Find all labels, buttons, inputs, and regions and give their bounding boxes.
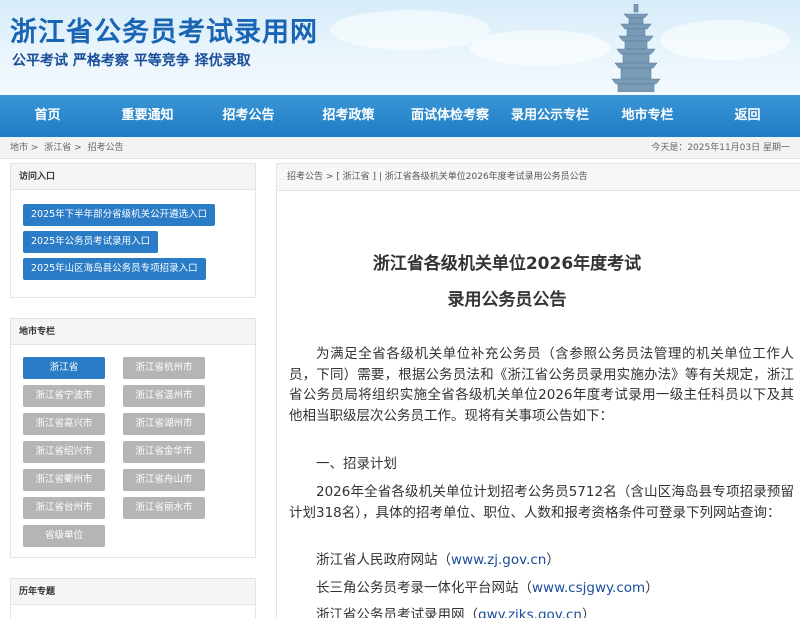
- paragraph-plan: 2026年全省各级机关单位计划招考公务员5712名（含山区海岛县专项招录预留计划…: [289, 484, 794, 521]
- city-column-panel: 地市专栏 浙江省 浙江省杭州市 浙江省宁波市 浙江省温州市 浙江省嘉兴市 浙江省…: [10, 318, 256, 558]
- paragraph-intro: 为满足全省各级机关单位补充公务员（含参照公务员法管理的机关单位工作人员，下同）需…: [289, 346, 794, 424]
- access-entry-panel: 访问入口 2025年下半年部分省级机关公开遴选入口 2025年公务员考试录用入口…: [10, 163, 256, 298]
- city-button-lishui[interactable]: 浙江省丽水市: [123, 497, 205, 519]
- city-button-jinhua[interactable]: 浙江省金华市: [123, 441, 205, 463]
- link-url[interactable]: www.csjgwy.com: [532, 580, 645, 596]
- nav-home[interactable]: 首页: [0, 95, 95, 137]
- nav-interview-exam[interactable]: 面试体检考察: [400, 95, 500, 137]
- header-banner: 浙江省公务员考试录用网 公平考试 严格考察 平等竞争 择优录取: [0, 0, 800, 95]
- article-title-line: 录用公务员公告: [447, 290, 567, 310]
- nav-recruitment-policy[interactable]: 招考政策: [297, 95, 400, 137]
- city-button-zhoushan[interactable]: 浙江省舟山市: [123, 469, 205, 491]
- link-site-name: 长三角公务员考录一体化平台网站（: [316, 580, 532, 596]
- panel-title: 历年专题: [11, 579, 255, 605]
- breadcrumb-item[interactable]: 浙江省 >: [44, 143, 81, 153]
- cloud-decoration: [470, 30, 610, 66]
- breadcrumb-item[interactable]: 地市 >: [10, 143, 38, 153]
- breadcrumb-item[interactable]: 招考公告: [88, 143, 124, 153]
- article-breadcrumb[interactable]: 招考公告 > [ 浙江省 ] | 浙江省各级机关单位2026年度考试录用公务员公…: [277, 164, 800, 191]
- article-title: 浙江省各级机关单位2026年度考试 录用公务员公告: [277, 248, 737, 316]
- city-button-quzhou[interactable]: 浙江省衢州市: [23, 469, 105, 491]
- city-button-provincial[interactable]: 省级单位: [23, 525, 105, 547]
- article-title-line: 浙江省各级机关单位2026年度考试: [372, 254, 642, 274]
- panel-title: 地市专栏: [11, 319, 255, 345]
- nav-recruitment-announcements[interactable]: 招考公告: [200, 95, 297, 137]
- cloud-decoration: [660, 20, 790, 60]
- city-button-zhejiang[interactable]: 浙江省: [23, 357, 105, 379]
- city-button-wenzhou[interactable]: 浙江省温州市: [123, 385, 205, 407]
- city-button-shaoxing[interactable]: 浙江省绍兴市: [23, 441, 105, 463]
- panel-title: 访问入口: [11, 164, 255, 190]
- link-end: ）: [645, 580, 659, 596]
- link-end: ）: [582, 607, 596, 618]
- nav-notices[interactable]: 重要通知: [95, 95, 200, 137]
- history-panel: 历年专题: [10, 578, 256, 618]
- breadcrumb-bar: 地市 > 浙江省 > 招考公告 今天是：2025年11月03日 星期一: [0, 137, 800, 159]
- city-button-huzhou[interactable]: 浙江省湖州市: [123, 413, 205, 435]
- cloud-decoration: [330, 10, 490, 50]
- nav-hiring-publicity[interactable]: 录用公示专栏: [500, 95, 600, 137]
- article-panel: 招考公告 > [ 浙江省 ] | 浙江省各级机关单位2026年度考试录用公务员公…: [276, 163, 800, 618]
- entry-button-selection[interactable]: 2025年下半年部分省级机关公开遴选入口: [23, 204, 216, 226]
- link-line: 浙江省公务员考试录用网（gwy.zjks.gov.cn）: [316, 603, 596, 618]
- link-line: 浙江省人民政府网站（www.zj.gov.cn）: [316, 548, 560, 568]
- entry-button-mountain-island[interactable]: 2025年山区海岛县公务员专项招录入口: [23, 258, 206, 280]
- nav-back[interactable]: 返回: [695, 95, 800, 137]
- link-site-name: 浙江省人民政府网站（: [316, 552, 451, 568]
- link-site-name: 浙江省公务员考试录用网（: [316, 607, 478, 618]
- entry-button-civil-exam[interactable]: 2025年公务员考试录用入口: [23, 231, 159, 253]
- current-date: 今天是：2025年11月03日 星期一: [651, 143, 790, 153]
- site-slogan: 公平考试 严格考察 平等竞争 择优录取: [12, 53, 251, 69]
- breadcrumb: 地市 > 浙江省 > 招考公告: [10, 137, 127, 159]
- main-nav: 首页 重要通知 招考公告 招考政策 面试体检考察 录用公示专栏 地市专栏 返回: [0, 95, 800, 137]
- city-button-jiaxing[interactable]: 浙江省嘉兴市: [23, 413, 105, 435]
- site-title[interactable]: 浙江省公务员考试录用网: [10, 10, 318, 49]
- link-url[interactable]: www.zj.gov.cn: [451, 552, 546, 568]
- city-button-hangzhou[interactable]: 浙江省杭州市: [123, 357, 205, 379]
- nav-city-column[interactable]: 地市专栏: [600, 95, 695, 137]
- link-url[interactable]: gwy.zjks.gov.cn: [478, 607, 582, 618]
- city-button-taizhou[interactable]: 浙江省台州市: [23, 497, 105, 519]
- pagoda-icon: [611, 4, 661, 92]
- city-button-ningbo[interactable]: 浙江省宁波市: [23, 385, 105, 407]
- link-line: 长三角公务员考录一体化平台网站（www.csjgwy.com）: [316, 576, 659, 596]
- section-heading: 一、招录计划: [316, 456, 397, 472]
- link-end: ）: [546, 552, 560, 568]
